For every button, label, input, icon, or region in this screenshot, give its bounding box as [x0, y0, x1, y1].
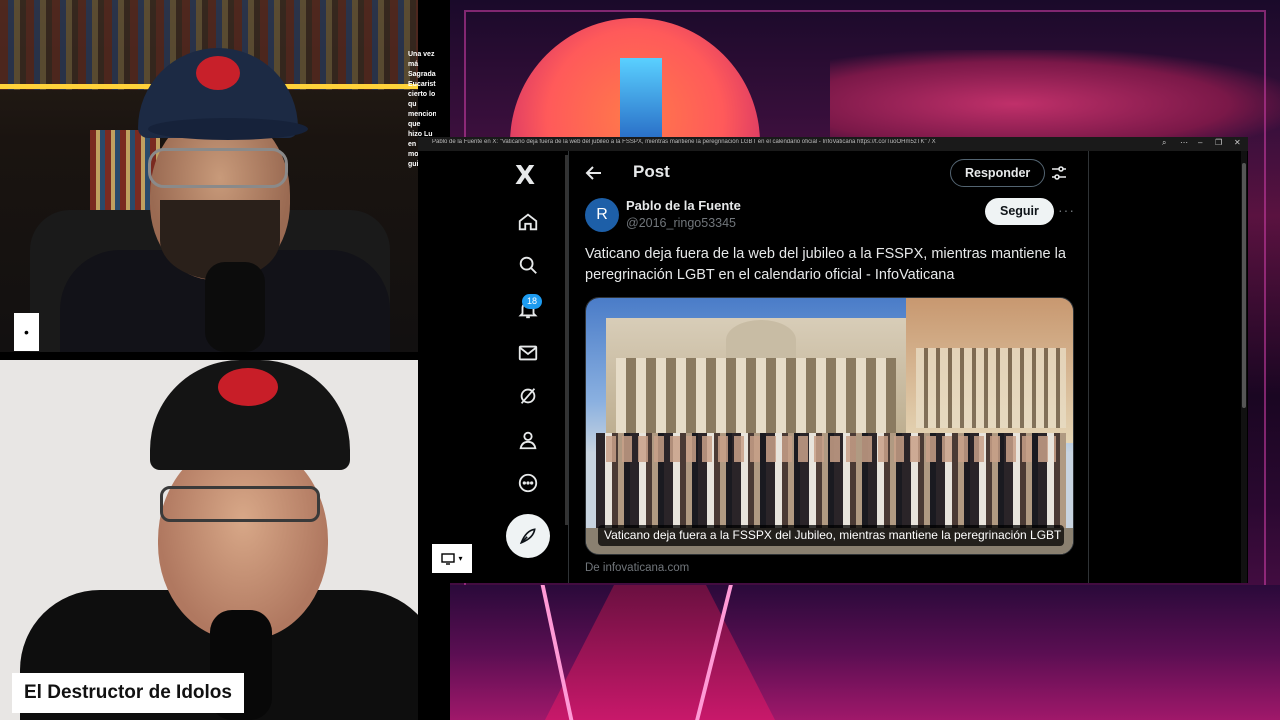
grok-icon[interactable]: [516, 384, 540, 408]
webcam-host: [0, 0, 418, 352]
column-divider: [1088, 151, 1089, 583]
search-icon[interactable]: [516, 253, 540, 277]
notification-badge: 18: [522, 294, 542, 309]
follow-button[interactable]: Seguir: [985, 198, 1054, 225]
chat-line: Una vez má: [408, 51, 435, 68]
basilica-dome: [726, 320, 796, 360]
menu-icon[interactable]: ⋯: [1180, 138, 1188, 147]
name-tag: El Destructor de Idolos: [12, 673, 244, 713]
crowd-heads: [606, 436, 1056, 462]
zoom-icon[interactable]: ⌕: [1162, 138, 1166, 148]
feather-icon: [519, 528, 536, 545]
author-handle[interactable]: @2016_ringo53345: [626, 216, 736, 230]
dropdown-dot-icon: ▾: [458, 554, 463, 563]
webcam-guest: [0, 360, 418, 720]
x-logo-icon[interactable]: X: [515, 163, 535, 189]
author-name[interactable]: Pablo de la Fuente: [626, 198, 741, 213]
monitor-icon: [441, 552, 456, 565]
card-source[interactable]: De infovaticana.com: [585, 562, 689, 574]
host-cap-brim: [148, 118, 308, 140]
chat-line: Eucaristía,: [408, 81, 436, 88]
page-title: Post: [633, 162, 670, 181]
compose-button[interactable]: [506, 514, 550, 558]
cap-logo: [196, 56, 240, 90]
chat-line: cierto lo qu: [408, 91, 436, 108]
link-card[interactable]: Vaticano deja fuera a la FSSPX del Jubil…: [585, 297, 1074, 555]
mail-icon[interactable]: [516, 341, 540, 365]
browser-window: Pablo de la Fuente en X: "Vaticano deja …: [418, 137, 1248, 583]
small-marker: •: [14, 313, 39, 351]
avatar[interactable]: R: [585, 198, 619, 232]
home-icon[interactable]: [516, 210, 540, 234]
palace-windows: [916, 348, 1066, 428]
cap-rose-logo: [218, 368, 278, 406]
post-text: Vaticano deja fuera de la web del jubile…: [585, 246, 1066, 283]
host-glasses: [148, 148, 288, 188]
filter-icon[interactable]: [1050, 164, 1068, 182]
restore-icon[interactable]: ❐: [1215, 138, 1222, 147]
column-divider: [568, 151, 569, 583]
window-scrollbar[interactable]: [1241, 151, 1247, 583]
more-options-icon[interactable]: ···: [1058, 202, 1075, 218]
guest-glasses: [160, 486, 320, 522]
card-caption: Vaticano deja fuera a la FSSPX del Jubil…: [598, 525, 1064, 546]
minimize-icon[interactable]: –: [1198, 138, 1202, 147]
window-titlebar: Pablo de la Fuente en X: "Vaticano deja …: [418, 137, 1248, 151]
reply-button[interactable]: Responder: [950, 159, 1046, 187]
chat-line: menciona,: [408, 111, 436, 118]
close-icon[interactable]: ✕: [1234, 138, 1241, 147]
screen-share-button[interactable]: ▾: [432, 544, 472, 573]
back-arrow-icon[interactable]: [584, 163, 604, 183]
window-title: Pablo de la Fuente en X: "Vaticano deja …: [432, 139, 936, 145]
scrollbar-thumb[interactable]: [1242, 163, 1246, 408]
person-icon[interactable]: [516, 428, 540, 452]
chat-line: Sagrada: [408, 71, 436, 78]
more-circle-icon[interactable]: [516, 471, 540, 495]
host-microphone: [205, 262, 265, 352]
